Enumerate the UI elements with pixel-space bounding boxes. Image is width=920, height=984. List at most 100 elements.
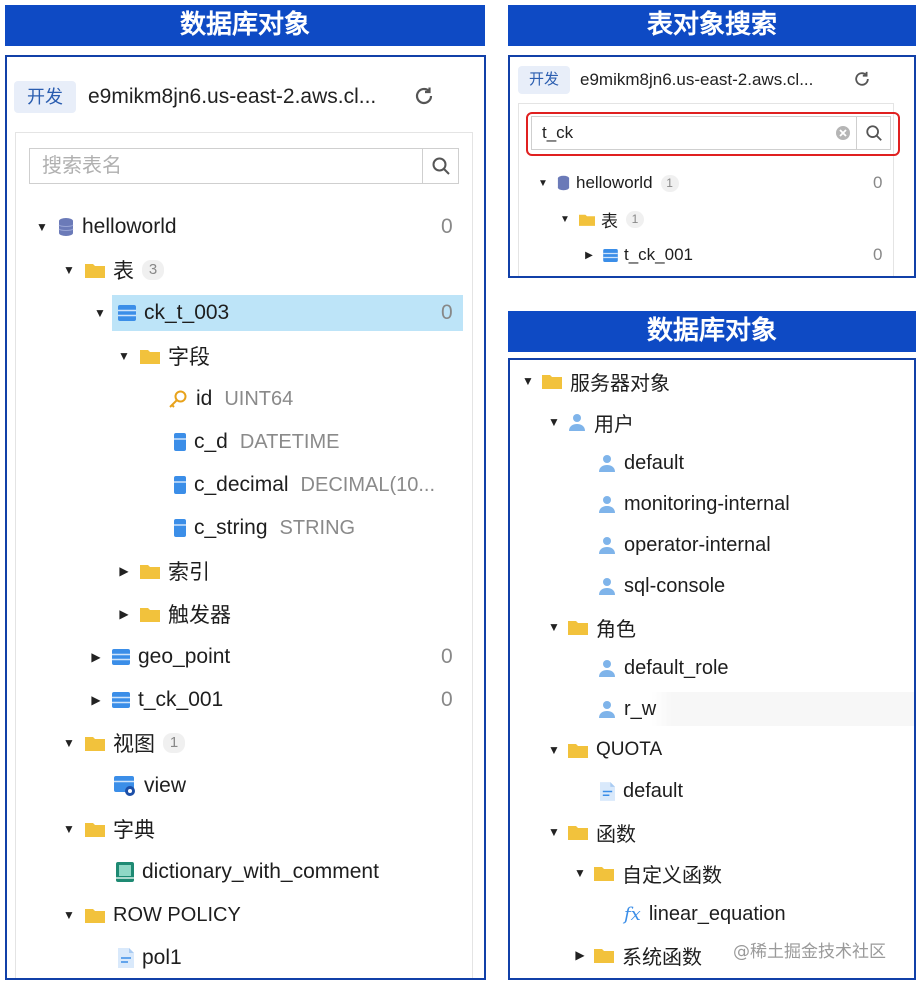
refresh-icon[interactable] <box>852 69 874 91</box>
tree-row-quota-folder[interactable]: ▼ QUOTA <box>510 733 914 767</box>
chevron-down-icon[interactable]: ▼ <box>59 263 79 277</box>
tree-label: default <box>623 779 684 802</box>
tree-label: geo_point <box>138 645 231 668</box>
tree-row-table-t_ck_001[interactable]: ▶ t_ck_001 0 <box>16 680 472 720</box>
tree-row-columns-folder[interactable]: ▼ 字段 <box>16 336 472 376</box>
tree-row-table-ck_t_003[interactable]: ▼ ck_t_003 0 <box>94 295 463 331</box>
tree-row-column-id[interactable]: id UINT64 <box>16 379 472 419</box>
tree-label: 字段 <box>168 346 210 369</box>
chevron-down-icon[interactable]: ▼ <box>518 374 538 388</box>
search-button[interactable] <box>422 149 458 183</box>
chevron-right-icon[interactable]: ▶ <box>114 564 134 578</box>
chevron-down-icon[interactable]: ▼ <box>32 220 52 234</box>
tree-label: view <box>144 774 187 797</box>
tree-row-indexes-folder[interactable]: ▶ 索引 <box>16 551 472 591</box>
tree-label: 表 <box>601 211 618 231</box>
chevron-down-icon[interactable]: ▼ <box>533 178 553 189</box>
tree-row-roles-folder[interactable]: ▼ 角色 <box>510 610 914 644</box>
tree-row-dictionary[interactable]: dictionary_with_comment <box>16 852 472 892</box>
chevron-right-icon[interactable]: ▶ <box>114 607 134 621</box>
chevron-down-icon[interactable]: ▼ <box>90 306 110 320</box>
tree-label: default <box>624 451 685 474</box>
left-panel-title: 数据库对象 <box>5 5 485 46</box>
column-name: id <box>196 387 213 410</box>
tree-row-table-t_ck_001[interactable]: ▶ t_ck_001 0 <box>519 240 893 270</box>
chevron-down-icon[interactable]: ▼ <box>59 908 79 922</box>
tree-row-quota-default[interactable]: default <box>510 774 914 808</box>
tree-label: helloworld <box>576 173 653 192</box>
tree-row-views-folder[interactable]: ▼ 视图 1 <box>16 723 472 763</box>
search-input[interactable] <box>30 149 422 183</box>
chevron-down-icon[interactable]: ▼ <box>59 736 79 750</box>
function-icon: fx <box>624 903 641 925</box>
tree-label: pol1 <box>142 946 182 969</box>
tree-label: 视图 <box>113 733 155 756</box>
table-icon <box>112 692 130 708</box>
user-icon <box>598 495 616 513</box>
chevron-down-icon[interactable]: ▼ <box>555 214 575 225</box>
chevron-down-icon[interactable]: ▼ <box>544 825 564 839</box>
tree-row-tables-folder[interactable]: ▼ 表 1 <box>519 204 893 234</box>
database-icon <box>58 217 74 237</box>
tree-row-policy[interactable]: pol1 <box>16 938 472 978</box>
tree-row-role-default_role[interactable]: default_role <box>510 651 914 685</box>
tree-row-tables-folder[interactable]: ▼ 表 3 <box>16 250 472 290</box>
tree-label: default_role <box>624 656 729 679</box>
column-type: UINT64 <box>224 387 294 410</box>
chevron-down-icon[interactable]: ▼ <box>114 349 134 363</box>
connection-bar[interactable]: 开发 e9mikm8jn6.us-east-2.aws.cl... <box>510 65 914 95</box>
database-icon <box>557 175 570 191</box>
chevron-right-icon[interactable]: ▶ <box>86 693 106 707</box>
tree-row-function-linear_equation[interactable]: fx linear_equation <box>510 897 914 931</box>
refresh-icon[interactable] <box>412 84 438 110</box>
tree-label: 索引 <box>168 561 210 584</box>
tree-row-view[interactable]: view <box>16 766 472 806</box>
tree-row-triggers-folder[interactable]: ▶ 触发器 <box>16 594 472 634</box>
chevron-down-icon[interactable]: ▼ <box>544 743 564 757</box>
search-icon <box>432 157 450 175</box>
table-icon <box>118 305 136 321</box>
tree-row-dictionaries-folder[interactable]: ▼ 字典 <box>16 809 472 849</box>
chevron-down-icon[interactable]: ▼ <box>59 822 79 836</box>
connection-bar[interactable]: 开发 e9mikm8jn6.us-east-2.aws.cl... <box>7 79 484 115</box>
tree-label: 触发器 <box>168 604 231 627</box>
user-icon <box>598 577 616 595</box>
tree-row-database[interactable]: ▼ helloworld 0 <box>16 207 472 247</box>
tree-row-udf-folder[interactable]: ▼ 自定义函数 <box>510 856 914 890</box>
tree-label: linear_equation <box>648 902 786 925</box>
table-icon <box>603 248 618 262</box>
tree-label: ck_t_003 <box>144 301 230 324</box>
tree-row-table-geo_point[interactable]: ▶ geo_point 0 <box>16 637 472 677</box>
tree-label: 表 <box>113 260 134 283</box>
chevron-right-icon[interactable]: ▶ <box>86 650 106 664</box>
env-tag: 开发 <box>14 81 76 113</box>
key-icon <box>168 389 188 409</box>
column-type: DATETIME <box>239 430 340 453</box>
chevron-down-icon[interactable]: ▼ <box>544 620 564 634</box>
tree-row-users-folder[interactable]: ▼ 用户 <box>510 405 914 439</box>
tree-row-column-c_decimal[interactable]: c_decimal DECIMAL(10... <box>16 465 472 505</box>
tree-label: 角色 <box>596 618 636 641</box>
tree-row-database[interactable]: ▼ helloworld 1 0 <box>519 168 893 198</box>
chevron-down-icon[interactable]: ▼ <box>570 866 590 880</box>
chevron-down-icon[interactable]: ▼ <box>544 415 564 429</box>
tree-row-functions-folder[interactable]: ▼ 函数 <box>510 815 914 849</box>
view-icon <box>114 776 136 796</box>
chevron-right-icon[interactable]: ▶ <box>570 948 590 962</box>
folder-icon <box>85 821 105 837</box>
tree-row-server-objects[interactable]: ▼ 服务器对象 <box>510 364 914 398</box>
tree-row-user-default[interactable]: default <box>510 446 914 480</box>
user-icon <box>598 536 616 554</box>
column-type: DECIMAL(10... <box>300 473 436 496</box>
tree-row-column-c_d[interactable]: c_d DATETIME <box>16 422 472 462</box>
tree-row-column-c_string[interactable]: c_string STRING <box>16 508 472 548</box>
tree-row-user-operator-internal[interactable]: operator-internal <box>510 528 914 562</box>
tree-row-user-sql-console[interactable]: sql-console <box>510 569 914 603</box>
tree-row-user-monitoring-internal[interactable]: monitoring-internal <box>510 487 914 521</box>
connection-host: e9mikm8jn6.us-east-2.aws.cl... <box>88 85 377 108</box>
tree-row-role-r_w[interactable]: r_w <box>510 692 914 726</box>
tree-label: 系统函数 <box>622 946 702 969</box>
user-icon <box>598 700 616 718</box>
tree-row-row-policy-folder[interactable]: ▼ ROW POLICY <box>16 895 472 935</box>
chevron-right-icon[interactable]: ▶ <box>579 250 599 261</box>
